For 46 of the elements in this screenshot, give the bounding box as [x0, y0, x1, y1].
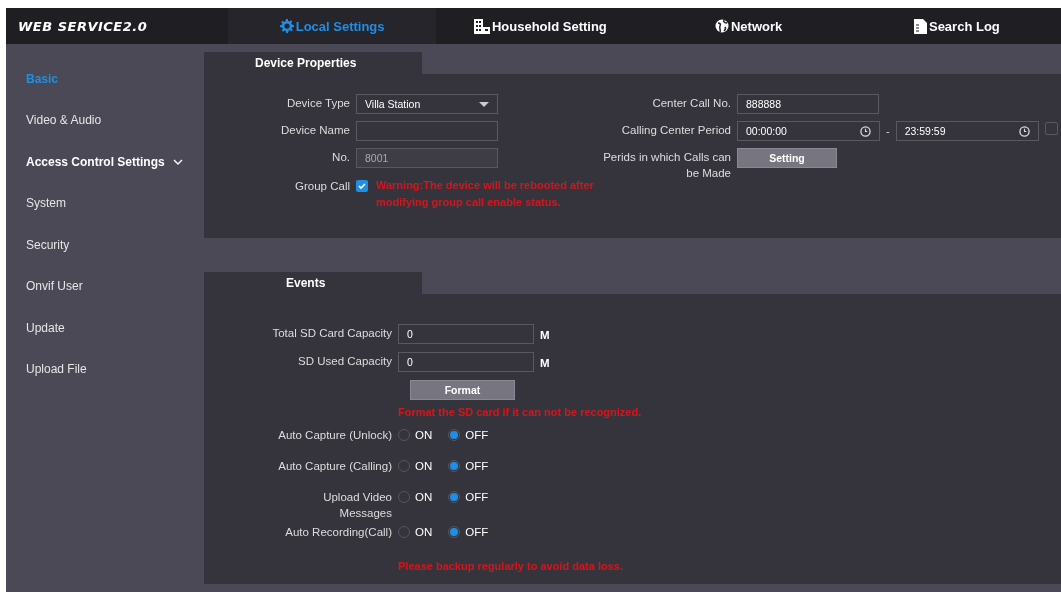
- radio-label: ON: [415, 460, 433, 472]
- field-label: Auto Recording(Call): [284, 525, 392, 540]
- field-label: Device Name: [279, 123, 350, 138]
- field-label: Calling Center Period: [620, 123, 731, 138]
- time-field[interactable]: 23:59:59: [895, 121, 1039, 141]
- setting-button[interactable]: Setting: [737, 148, 837, 168]
- unit-label: M: [540, 356, 550, 371]
- radio-label: ON: [415, 429, 433, 441]
- sidebar-item[interactable]: System: [26, 196, 66, 211]
- radio-label: OFF: [465, 429, 489, 441]
- radio-label: ON: [415, 491, 433, 503]
- radio-label: OFF: [465, 526, 489, 538]
- field-label: SD Used Capacity: [297, 354, 392, 369]
- field-label: No.: [331, 150, 350, 165]
- warning-text: Format the SD card if it can not be recognized.: [398, 406, 642, 418]
- input-field[interactable]: 888888: [737, 94, 879, 114]
- field-label: Total SD Card Capacity: [271, 326, 392, 341]
- field-label: Upload Video Messages: [322, 490, 392, 521]
- time-field[interactable]: 00:00:00: [737, 121, 880, 141]
- logo: WEB SERVICE2.0: [18, 18, 148, 34]
- sidebar-item[interactable]: Video & Audio: [26, 113, 102, 128]
- unit-label: M: [540, 328, 550, 343]
- sidebar-item[interactable]: Access Control Settings: [26, 154, 165, 169]
- sidebar-item[interactable]: Onvif User: [26, 279, 83, 294]
- format-button[interactable]: Format: [410, 380, 515, 400]
- field-label: Auto Capture (Calling): [277, 459, 392, 474]
- sidebar-item[interactable]: Update: [26, 320, 65, 335]
- warning-text: Please backup regularly to avoid data loss.: [398, 560, 623, 572]
- sidebar-item[interactable]: Upload File: [26, 362, 87, 377]
- sidebar-item[interactable]: Security: [26, 237, 70, 252]
- field-label: Auto Capture (Unlock): [277, 428, 392, 443]
- input-field[interactable]: 0: [398, 352, 534, 372]
- input-field[interactable]: 0: [398, 324, 534, 344]
- radio-label: OFF: [465, 460, 489, 472]
- field-label: Perids in which Calls can be Made: [602, 150, 731, 181]
- device-type-dropdown[interactable]: Villa Station: [356, 94, 498, 114]
- field-label: Device Type: [285, 96, 350, 111]
- warning-text: Warning:The device will be rebooted after modifying group call enable status.: [376, 178, 595, 210]
- panel-tab[interactable]: Device Properties: [204, 52, 422, 74]
- radio-label: ON: [415, 526, 433, 538]
- separator: -: [886, 124, 890, 139]
- field-label: Group Call: [294, 179, 350, 194]
- radio-label: OFF: [465, 491, 489, 503]
- field-label: Center Call No.: [651, 96, 731, 111]
- panel-tab[interactable]: Events: [204, 272, 422, 294]
- nav-tab[interactable]: Local Settings: [228, 8, 437, 44]
